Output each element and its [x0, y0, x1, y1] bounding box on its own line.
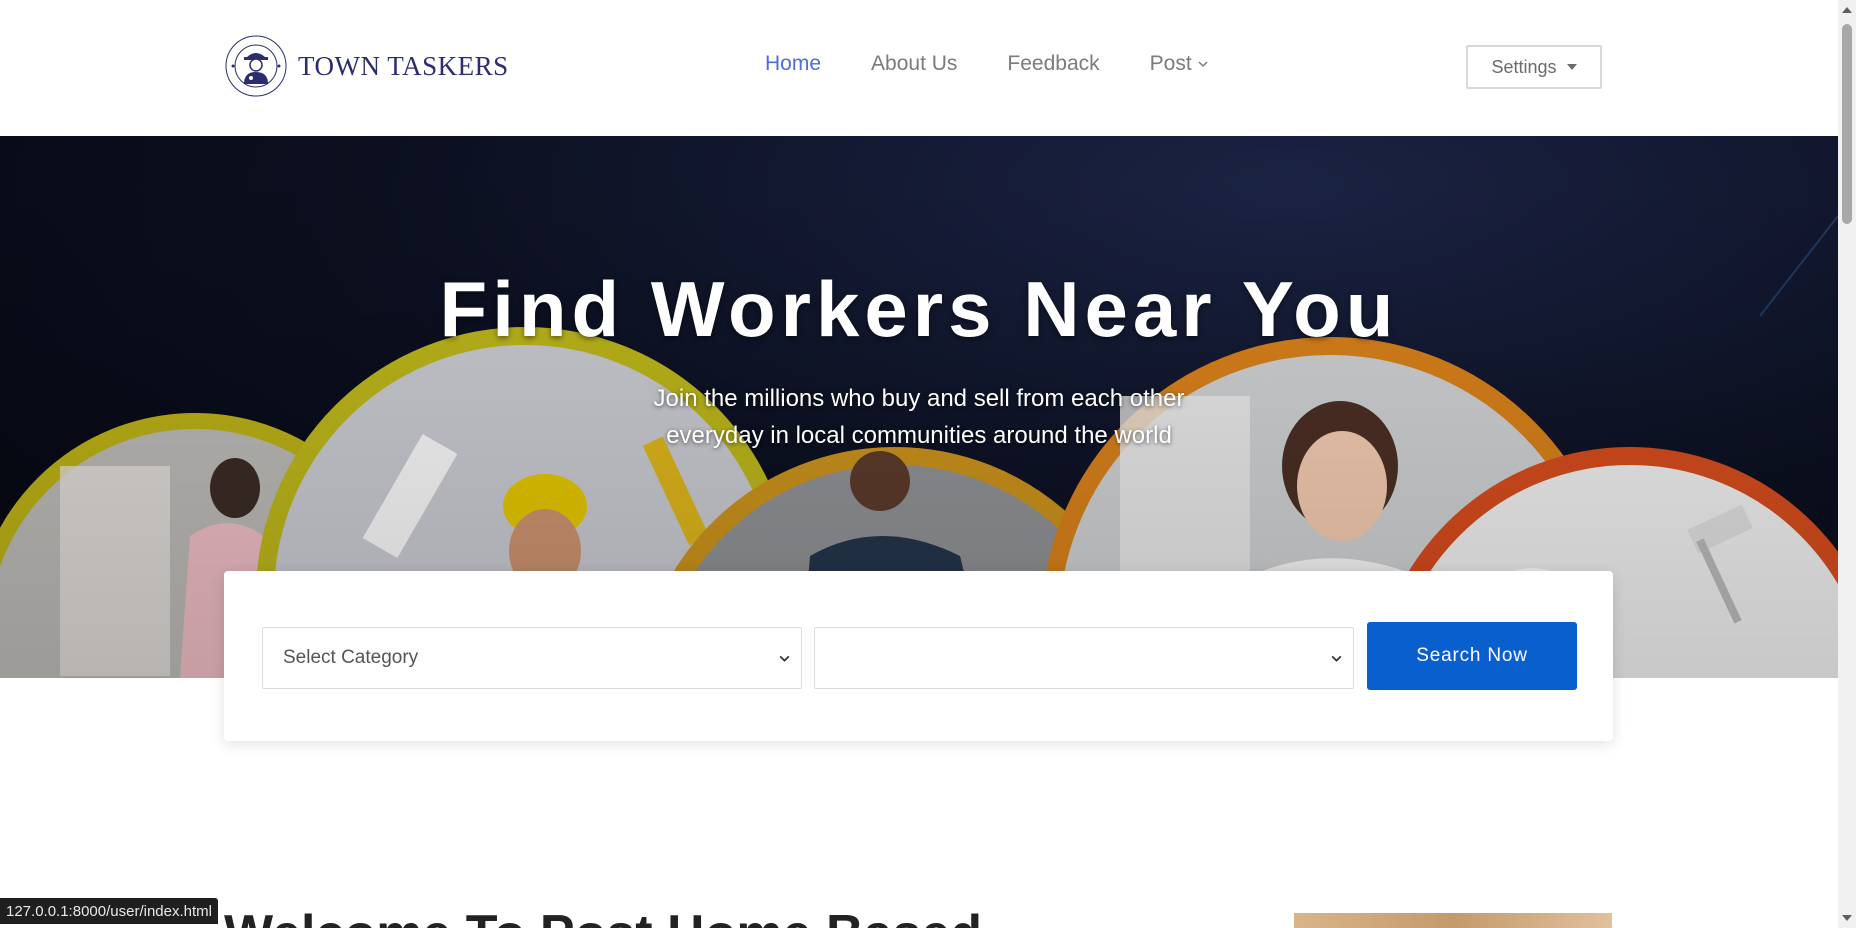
brand-name: TOWN TASKERS — [298, 50, 509, 81]
settings-label: Settings — [1491, 56, 1557, 77]
caret-down-icon — [1566, 64, 1577, 70]
hero-title: Find Workers Near You — [439, 265, 1399, 353]
search-now-button[interactable]: Search Now — [1367, 622, 1577, 690]
location-select[interactable] — [814, 627, 1354, 689]
site-header: TOWN TASKERS Home About Us Feedback Post… — [0, 0, 1838, 136]
nav-item-home[interactable]: Home — [765, 52, 821, 76]
scroll-up-arrow-icon[interactable] — [1842, 7, 1852, 13]
hero-subtitle: Join the millions who buy and sell from … — [0, 380, 1838, 454]
chevron-down-icon — [1198, 61, 1208, 68]
nav-item-about-us[interactable]: About Us — [871, 52, 957, 76]
about-image — [1294, 913, 1612, 928]
logo-emblem-icon — [225, 35, 287, 97]
main-nav: Home About Us Feedback Post — [765, 52, 1259, 76]
nav-item-post[interactable]: Post — [1150, 52, 1209, 76]
scroll-down-arrow-icon[interactable] — [1842, 915, 1852, 921]
category-select-value: Select Category — [283, 647, 419, 668]
brand-logo[interactable]: TOWN TASKERS — [224, 34, 509, 98]
category-select[interactable]: Select Category — [262, 627, 802, 689]
hero-subtitle-line-1: Join the millions who buy and sell from … — [653, 385, 1185, 412]
nav-item-post-label: Post — [1149, 52, 1192, 75]
hero-subtitle-line-2: everyday in local communities around the… — [666, 422, 1172, 449]
scrollbar-thumb[interactable] — [1842, 24, 1852, 224]
chevron-down-icon — [779, 655, 790, 662]
welcome-heading: Welcome To Post Home Based — [224, 904, 982, 928]
page-scrollbar[interactable] — [1838, 0, 1856, 928]
chevron-down-icon — [1331, 655, 1342, 662]
browser-status-url: 127.0.0.1:8000/user/index.html — [0, 898, 218, 924]
settings-dropdown-button[interactable]: Settings — [1466, 45, 1602, 89]
search-panel: Select Category Search Now — [224, 571, 1613, 741]
nav-item-feedback[interactable]: Feedback — [1007, 52, 1099, 76]
